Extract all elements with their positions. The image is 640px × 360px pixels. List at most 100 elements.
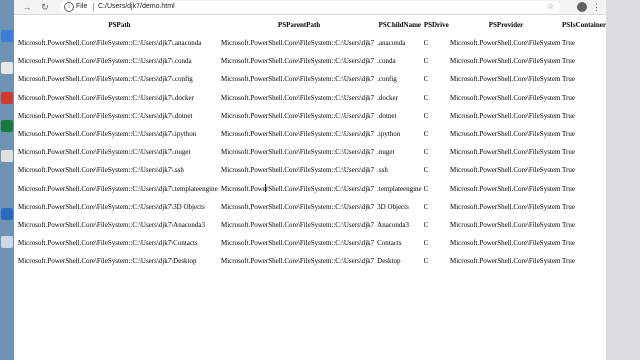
cell-psiscontainer: True — [562, 130, 575, 139]
cell-pspath: Microsoft.PowerShell.Core\FileSystem::C:… — [18, 220, 206, 229]
desktop-app-icon[interactable] — [1, 208, 13, 220]
header-psprovider: PSProvider — [488, 20, 524, 29]
cell-psprovider: Microsoft.PowerShell.Core\FileSystem — [449, 202, 561, 211]
cell-pspath: Microsoft.PowerShell.Core\FileSystem::C:… — [18, 93, 194, 102]
table-row: Microsoft.PowerShell.Core\FileSystem::C:… — [18, 107, 606, 125]
table-row: Microsoft.PowerShell.Core\FileSystem::C:… — [18, 70, 606, 88]
cell-psprovider: Microsoft.PowerShell.Core\FileSystem — [449, 166, 561, 175]
cell-psdrive: C — [423, 111, 429, 120]
cell-psdrive: C — [423, 148, 429, 157]
cell-psdrive: C — [423, 39, 429, 48]
cell-pspath: Microsoft.PowerShell.Core\FileSystem::C:… — [18, 75, 193, 84]
desktop-background-right — [606, 0, 640, 360]
cell-psparentpath: Microsoft.PowerShell.Core\FileSystem::C:… — [220, 220, 375, 229]
cell-psprovider: Microsoft.PowerShell.Core\FileSystem — [449, 111, 561, 120]
cell-psiscontainer: True — [562, 148, 575, 157]
cell-psiscontainer: True — [562, 184, 575, 193]
cell-pspath: Microsoft.PowerShell.Core\FileSystem::C:… — [18, 202, 205, 211]
bookmark-star-icon[interactable]: ☆ — [547, 1, 554, 13]
cell-psdrive: C — [423, 57, 429, 66]
desktop-file-icon[interactable] — [1, 150, 13, 162]
cell-pschildname: .conda — [377, 57, 396, 66]
page-content: PSPath PSParentPath PSChildName PSDrive … — [0, 15, 606, 360]
header-psparentpath: PSParentPath — [277, 20, 321, 29]
cell-psiscontainer: True — [562, 57, 575, 66]
table-row: Microsoft.PowerShell.Core\FileSystem::C:… — [18, 216, 606, 234]
cell-psparentpath: Microsoft.PowerShell.Core\FileSystem::C:… — [220, 239, 375, 248]
desktop-app-icon[interactable] — [1, 30, 13, 42]
info-icon[interactable]: i — [64, 2, 74, 12]
reload-icon[interactable]: ↻ — [38, 0, 52, 14]
cell-pschildname: .anaconda — [377, 39, 406, 48]
desktop-excel-icon[interactable] — [1, 120, 13, 132]
cell-pspath: Microsoft.PowerShell.Core\FileSystem::C:… — [18, 166, 184, 175]
cell-pschildname: .dotnet — [377, 111, 397, 120]
cell-pschildname: .nuget — [377, 148, 395, 157]
cell-psparentpath: Microsoft.PowerShell.Core\FileSystem::C:… — [220, 202, 375, 211]
cell-psprovider: Microsoft.PowerShell.Core\FileSystem — [449, 130, 561, 139]
cell-pschildname: .templateengine — [377, 184, 422, 193]
cell-psiscontainer: True — [562, 75, 575, 84]
table-row: Microsoft.PowerShell.Core\FileSystem::C:… — [18, 234, 606, 252]
cell-psiscontainer: True — [562, 239, 575, 248]
menu-icon[interactable]: ⋮ — [592, 0, 601, 14]
cell-pspath: Microsoft.PowerShell.Core\FileSystem::C:… — [18, 239, 198, 248]
cell-psprovider: Microsoft.PowerShell.Core\FileSystem — [449, 39, 561, 48]
table-row: Microsoft.PowerShell.Core\FileSystem::C:… — [18, 89, 606, 107]
table-header-row: PSPath PSParentPath PSChildName PSDrive … — [18, 15, 606, 34]
cell-psprovider: Microsoft.PowerShell.Core\FileSystem — [449, 239, 561, 248]
url-text[interactable]: C:/Users/djk7/demo.html — [98, 1, 175, 13]
cell-pschildname: Desktop — [377, 257, 401, 266]
header-pspath: PSPath — [108, 20, 131, 29]
cell-psprovider: Microsoft.PowerShell.Core\FileSystem — [449, 148, 561, 157]
cell-pspath: Microsoft.PowerShell.Core\FileSystem::C:… — [18, 257, 197, 266]
cell-psdrive: C — [423, 220, 429, 229]
table-row: Microsoft.PowerShell.Core\FileSystem::C:… — [18, 143, 606, 161]
cell-psparentpath: Microsoft.PowerShell.Core\FileSystem::C:… — [220, 257, 375, 266]
cell-pschildname: 3D Objects — [377, 202, 409, 211]
cell-psparentpath: Microsoft.PowerShell.Core\FileSystem::C:… — [220, 111, 375, 120]
cell-psparentpath: Microsoft.PowerShell.Core\FileSystem::C:… — [220, 148, 375, 157]
cell-psparentpath: Microsoft.PowerShell.Core\FileSystem::C:… — [220, 57, 375, 66]
cell-psparentpath: Microsoft.PowerShell.Core\FileSystem::C:… — [220, 39, 375, 48]
cell-psdrive: C — [423, 184, 429, 193]
table-row: Microsoft.PowerShell.Core\FileSystem::C:… — [18, 198, 606, 216]
header-psdrive: PSDrive — [423, 20, 449, 29]
header-pschildname: PSChildName — [378, 20, 422, 29]
cell-psparentpath: Microsoft.PowerShell.Core\FileSystem::C:… — [220, 75, 375, 84]
table-row: Microsoft.PowerShell.Core\FileSystem::C:… — [18, 161, 606, 179]
header-psiscontainer: PSIsContainer — [562, 20, 606, 29]
file-scheme-label: File — [76, 3, 88, 10]
account-icon[interactable] — [577, 2, 587, 12]
cell-psiscontainer: True — [562, 39, 575, 48]
cell-psiscontainer: True — [562, 202, 575, 211]
cell-pschildname: .ipython — [377, 130, 401, 139]
cell-pschildname: Contacts — [377, 239, 402, 248]
cell-psiscontainer: True — [562, 111, 575, 120]
cell-psdrive: C — [423, 93, 429, 102]
table-row: Microsoft.PowerShell.Core\FileSystem::C:… — [18, 252, 606, 270]
cell-psiscontainer: True — [562, 220, 575, 229]
cell-psdrive: C — [423, 257, 429, 266]
forward-icon[interactable]: → — [20, 0, 34, 14]
browser-toolbar: ← → ↻ i File C:/Users/djk7/demo.html ☆ ⋮ — [0, 0, 606, 15]
desktop-file-icon[interactable] — [1, 62, 13, 74]
cell-pspath: Microsoft.PowerShell.Core\FileSystem::C:… — [18, 57, 192, 66]
address-separator — [93, 3, 94, 11]
browser-window: ← → ↻ i File C:/Users/djk7/demo.html ☆ ⋮… — [0, 0, 606, 360]
cell-pspath: Microsoft.PowerShell.Core\FileSystem::C:… — [18, 130, 197, 139]
cell-psparentpath: Microsoft.PowerShell.Core\FileSystem::C:… — [220, 130, 375, 139]
cell-psprovider: Microsoft.PowerShell.Core\FileSystem — [449, 184, 561, 193]
desktop-file-icon[interactable] — [1, 236, 13, 248]
address-bar[interactable]: i File C:/Users/djk7/demo.html ☆ — [60, 1, 560, 13]
cell-psparentpath: Microsoft.PowerShell.Core\FileSystem::C:… — [220, 93, 375, 102]
cell-pspath: Microsoft.PowerShell.Core\FileSystem::C:… — [18, 184, 218, 193]
desktop-app-icon[interactable] — [1, 92, 13, 104]
cell-pschildname: Anaconda3 — [377, 220, 410, 229]
ps-results-table: PSPath PSParentPath PSChildName PSDrive … — [18, 15, 606, 270]
cell-psprovider: Microsoft.PowerShell.Core\FileSystem — [449, 75, 561, 84]
cell-psparentpath: Microsoft.PowerShell.Core\FileSystem::C:… — [220, 184, 375, 193]
desktop-background-left — [0, 0, 14, 360]
table-row: Microsoft.PowerShell.Core\FileSystem::C:… — [18, 34, 606, 52]
cell-pschildname: .config — [377, 75, 397, 84]
